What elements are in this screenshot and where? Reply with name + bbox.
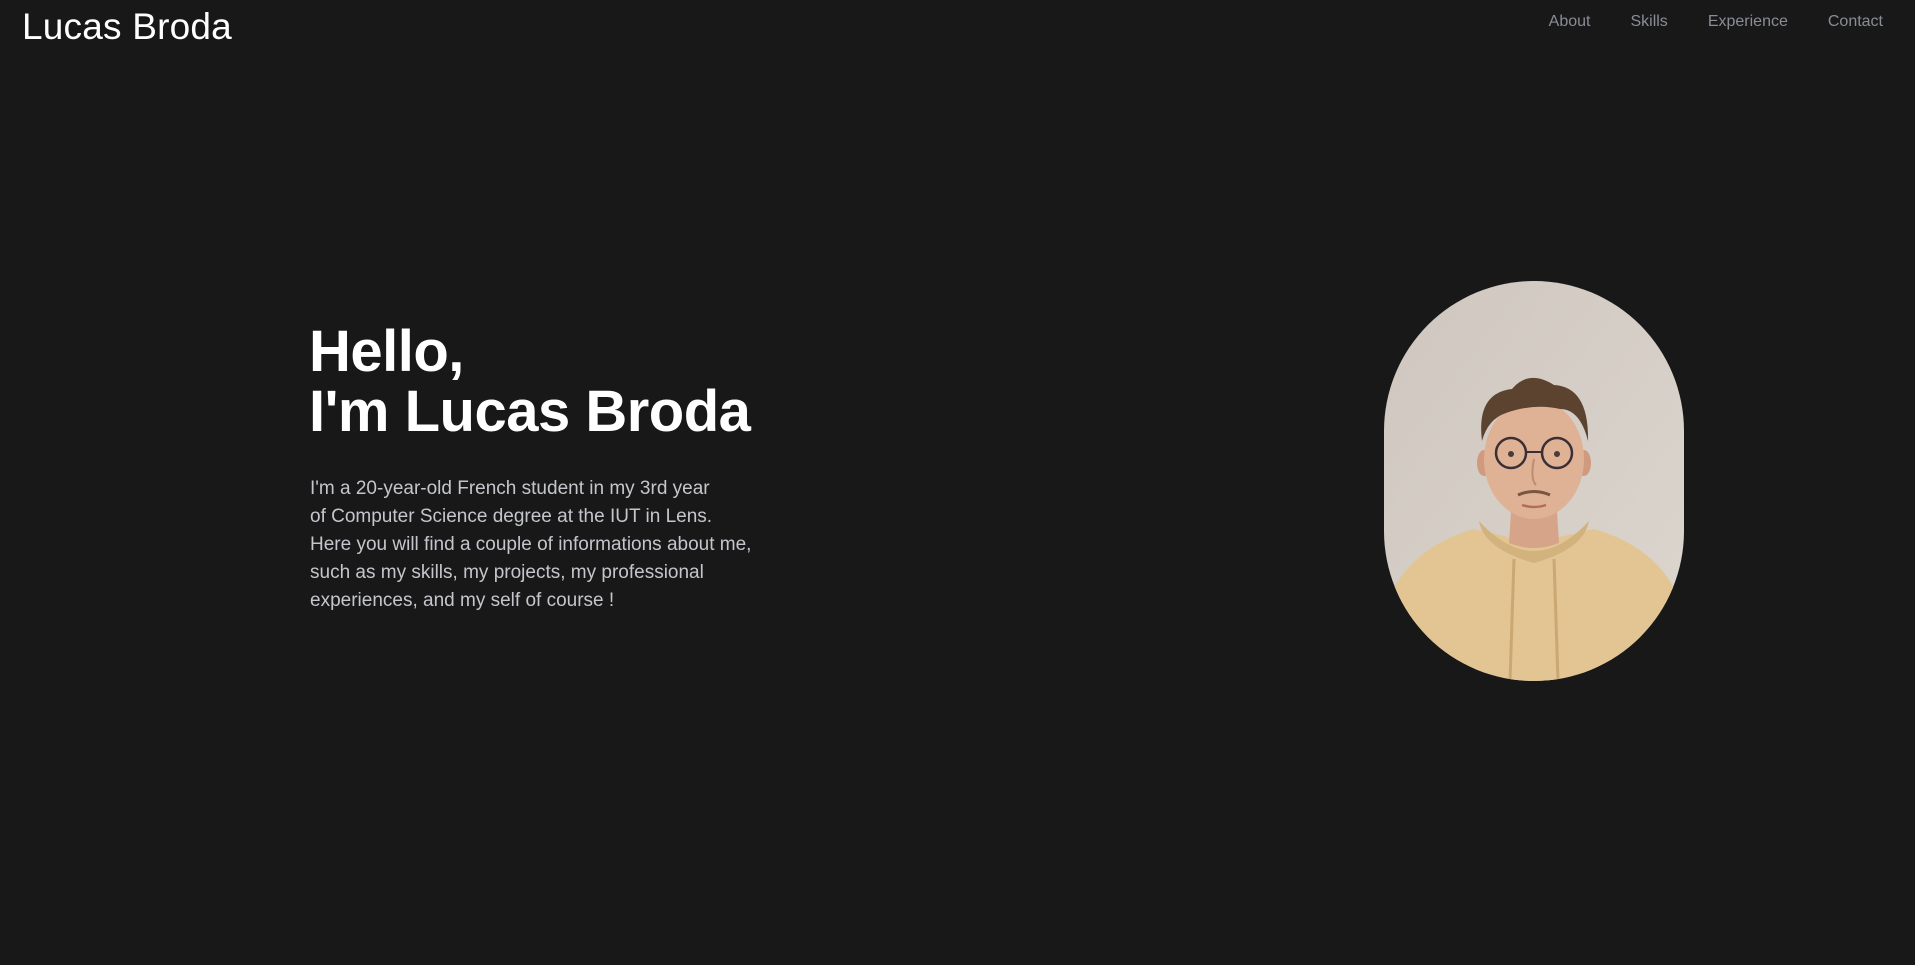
hero-greeting: Hello, [309, 319, 464, 384]
profile-photo [1384, 281, 1684, 681]
hero-title: Hello, I'm Lucas Broda [309, 319, 751, 444]
hero-intro-line: Here you will find a couple of informati… [310, 534, 752, 555]
hero-name: I'm Lucas Broda [309, 379, 751, 444]
site-header: Lucas Broda About Skills Experience Cont… [0, 0, 1915, 56]
hero-intro-line: such as my skills, my projects, my profe… [310, 562, 704, 583]
nav-link-experience[interactable]: Experience [1708, 11, 1788, 33]
main-nav: About Skills Experience Contact [1549, 11, 1883, 33]
nav-link-contact[interactable]: Contact [1828, 11, 1883, 33]
hero-intro-line: I'm a 20-year-old French student in my 3… [310, 478, 710, 499]
hero-intro-line: of Computer Science degree at the IUT in… [310, 506, 713, 527]
site-logo-text[interactable]: Lucas Broda [22, 5, 232, 49]
hero-intro: I'm a 20-year-old French student in my 3… [310, 475, 830, 615]
nav-link-about[interactable]: About [1549, 11, 1591, 33]
profile-photo-illustration [1384, 281, 1684, 681]
hero-intro-line: experiences, and my self of course ! [310, 590, 615, 611]
nav-link-skills[interactable]: Skills [1630, 11, 1667, 33]
